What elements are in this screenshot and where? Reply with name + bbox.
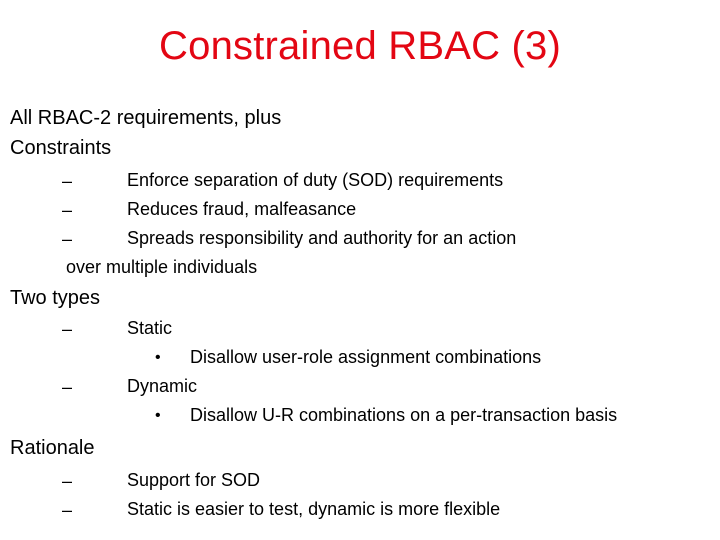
dash-bullet: – — [62, 377, 73, 397]
intro-line-1: All RBAC-2 requirements, plus — [10, 107, 282, 129]
round-bullet: • — [155, 407, 161, 424]
type-static: Static — [127, 318, 173, 338]
dash-bullet: – — [62, 471, 73, 491]
rationale-heading: Rationale — [10, 437, 95, 459]
dash-bullet: – — [62, 171, 73, 191]
type-static-detail: Disallow user-role assignment combinatio… — [190, 347, 542, 367]
dash-bullet: – — [62, 200, 73, 220]
round-bullet: • — [155, 349, 161, 366]
constraint-item-fraud: Reduces fraud, malfeasance — [127, 199, 357, 219]
constraint-item-responsibility: Spreads responsibility and authority for… — [127, 228, 517, 248]
constraints-heading: Constraints — [10, 137, 112, 159]
dash-bullet: – — [62, 319, 73, 339]
constraint-item-sod: Enforce separation of duty (SOD) require… — [127, 170, 504, 190]
constraint-item-continuation: over multiple individuals — [66, 257, 258, 277]
dash-bullet: – — [62, 229, 73, 249]
type-dynamic-detail: Disallow U-R combinations on a per-trans… — [190, 405, 618, 425]
rationale-item-tradeoff: Static is easier to test, dynamic is mor… — [127, 499, 501, 519]
two-types-heading: Two types — [10, 287, 101, 309]
type-dynamic: Dynamic — [127, 376, 198, 396]
slide-title: Constrained RBAC (3) — [159, 24, 561, 68]
dash-bullet: – — [62, 500, 73, 520]
rationale-item-sod: Support for SOD — [127, 470, 261, 490]
